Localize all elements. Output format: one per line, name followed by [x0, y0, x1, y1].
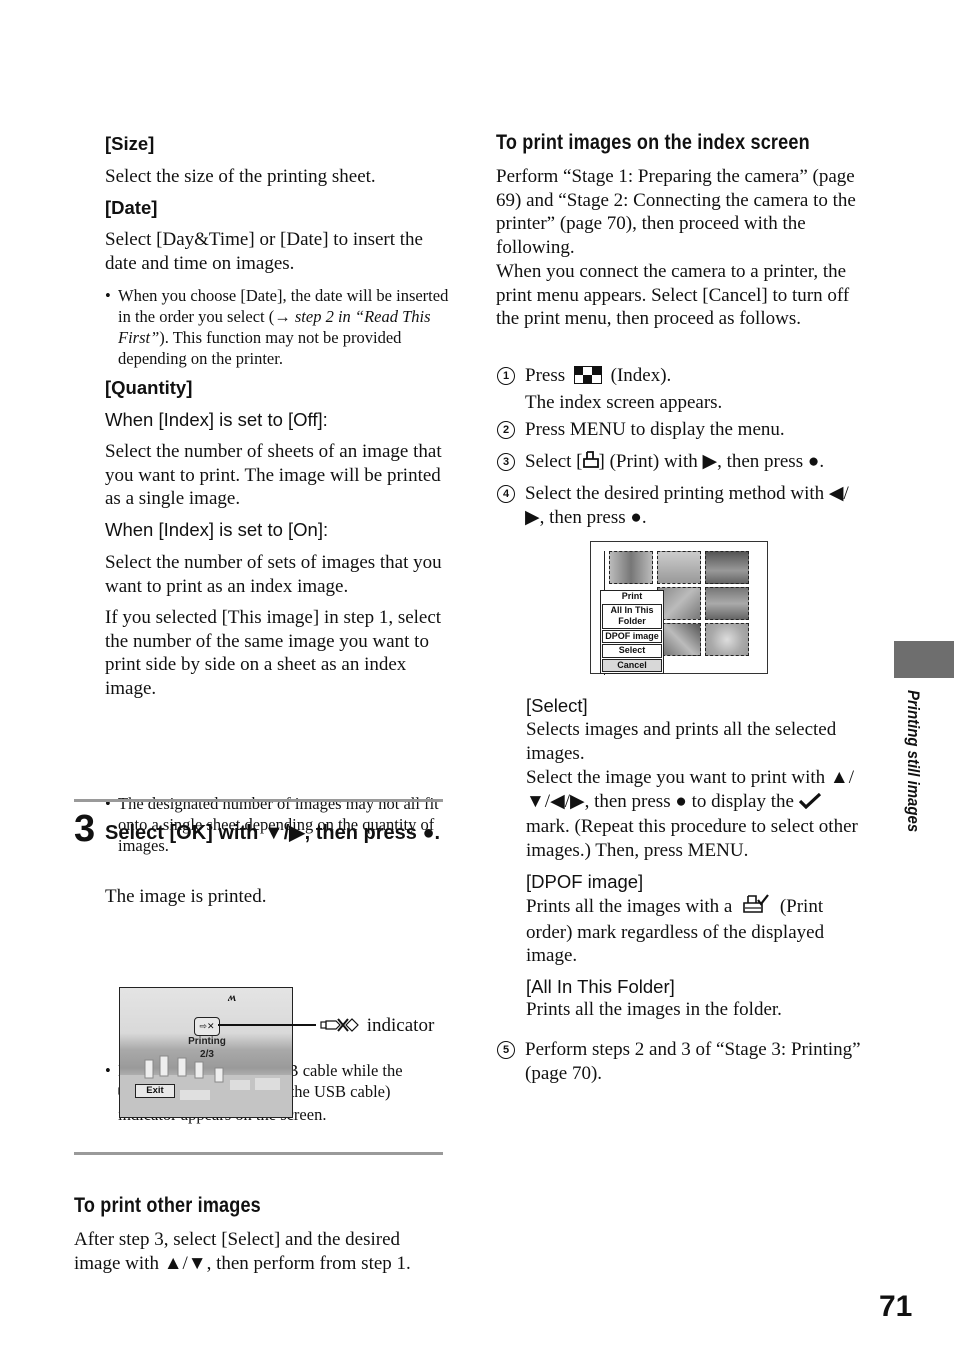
print-order-icon	[743, 894, 769, 921]
dpof-heading: [DPOF image]	[526, 871, 644, 892]
printing-progress: 2/3	[200, 1049, 214, 1060]
select-text-2: Select the image you want to print with …	[526, 767, 858, 861]
step-number-badge: 3	[497, 453, 515, 471]
substep-1: 1 Press (Index). The index screen appear…	[497, 364, 867, 414]
section-divider	[74, 1152, 443, 1155]
battery-icon: ʍ	[228, 990, 237, 1004]
indicator-callout: indicator	[320, 1014, 434, 1040]
this-image-text: If you selected [This image] in step 1, …	[105, 607, 442, 699]
printing-status: Printing	[188, 1036, 226, 1047]
quantity-heading: [Quantity]	[105, 377, 193, 398]
index-on-text: Select the number of sets of images that…	[105, 552, 442, 597]
substep-2: 2 Press MENU to display the menu.	[497, 418, 867, 442]
step-number: 3	[74, 808, 96, 850]
select-heading: [Select]	[526, 695, 588, 716]
page-number: 71	[879, 1290, 913, 1323]
index-print-title: To print images on the index screen	[496, 131, 810, 154]
usb-disconnect-icon	[320, 1016, 362, 1040]
step-number-badge: 1	[497, 367, 515, 385]
date-text: Select [Day&Time] or [Date] to insert th…	[105, 229, 423, 274]
index-screen-image: Print All In This Folder DPOF image Sele…	[590, 541, 768, 675]
exit-button: Exit	[135, 1084, 175, 1098]
section-divider	[74, 799, 443, 802]
date-note: When you choose [Date], the date will be…	[105, 285, 453, 369]
step-number-badge: 5	[497, 1041, 515, 1059]
chapter-label: Printing still images	[904, 690, 923, 833]
other-images-title: To print other images	[74, 1194, 261, 1217]
thumbnail	[705, 623, 749, 656]
thumbnail	[705, 587, 749, 620]
date-heading: [Date]	[105, 197, 158, 218]
substep-5: 5 Perform steps 2 and 3 of “Stage 3: Pri…	[497, 1038, 867, 1085]
thumbnail	[705, 551, 749, 584]
index-intro: Perform “Stage 1: Preparing the camera” …	[496, 166, 856, 258]
substep-3: 3 Select [] (Print) with ▶, then press ●…	[497, 450, 867, 476]
checkmark-icon	[798, 792, 821, 816]
usb-disconnect-icon: ⇨✕	[194, 1017, 220, 1036]
step-result-text: The image is printed.	[105, 886, 267, 907]
callout-line	[218, 1024, 316, 1026]
size-heading: [Size]	[105, 133, 155, 154]
thumbnail	[657, 551, 701, 584]
menu-item-select[interactable]: Select	[602, 644, 662, 658]
thumbnail	[609, 551, 653, 584]
print-menu: Print All In This Folder DPOF image Sele…	[600, 590, 664, 674]
substep-4: 4 Select the desired printing method wit…	[497, 482, 867, 529]
index-off-text: Select the number of sheets of an image …	[105, 441, 442, 510]
select-text-1: Selects images and prints all the select…	[526, 719, 837, 764]
step-number-badge: 4	[497, 485, 515, 503]
step-number-badge: 2	[497, 421, 515, 439]
size-text: Select the size of the printing sheet.	[105, 166, 376, 187]
step-title: Select [OK] with ▼/▶, then press ●.	[105, 822, 441, 844]
menu-item-dpof-image[interactable]: DPOF image	[602, 629, 662, 643]
menu-item-cancel[interactable]: Cancel	[602, 658, 662, 672]
index-intro-2: When you connect the camera to a printer…	[496, 261, 850, 330]
chapter-tab	[894, 641, 954, 678]
index-on-label: When [Index] is set to [On]:	[105, 519, 329, 540]
menu-title: Print	[621, 591, 643, 601]
all-in-folder-heading: [All In This Folder]	[526, 976, 675, 997]
printing-screen-image: ʍ ⇨✕ Printing 2/3 Exit	[119, 987, 293, 1118]
all-in-folder-text: Prints all the images in the folder.	[526, 999, 782, 1020]
index-icon	[573, 366, 602, 391]
print-icon	[582, 451, 599, 476]
other-images-text: After step 3, select [Select] and the de…	[74, 1229, 411, 1274]
index-off-label: When [Index] is set to [Off]:	[105, 409, 328, 430]
menu-item-all-in-folder[interactable]: All In This Folder	[602, 603, 662, 629]
dpof-text: Prints all the images with a (Print orde…	[526, 894, 825, 967]
